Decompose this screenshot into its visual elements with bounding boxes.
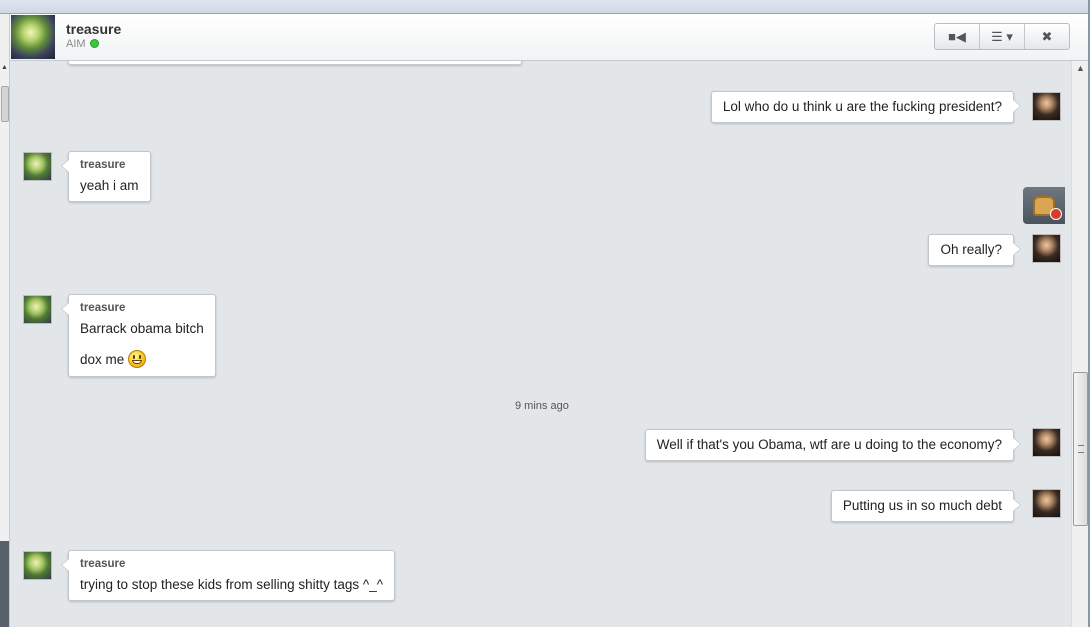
buddy-service-label: AIM: [66, 38, 86, 50]
message-outgoing: Oh really?: [928, 234, 1021, 266]
window-top-bar: [0, 0, 1090, 14]
message-text: Putting us in so much debt: [842, 498, 1002, 513]
my-avatar[interactable]: [1032, 92, 1061, 121]
chat-header: treasure AIM ■◀ ☰ ▾ ✖: [10, 14, 1090, 61]
left-pane-strip: ▲: [0, 14, 10, 627]
smiley-emoticon-icon: [128, 350, 147, 368]
close-icon: ✖: [1041, 28, 1053, 44]
scrollbar-grip-icon: [1078, 445, 1084, 453]
list-menu-icon: ☰ ▾: [991, 28, 1013, 44]
message-incoming: treasure Barrack obama bitch dox me: [61, 294, 216, 377]
header-button-group: ■◀ ☰ ▾ ✖: [934, 23, 1070, 50]
left-pane-footer: [0, 541, 9, 627]
message-text: Oh really?: [940, 242, 1002, 257]
message-timestamp: 9 mins ago: [515, 400, 569, 412]
message-text: Well if that's you Obama, wtf are u doin…: [656, 437, 1002, 452]
message-outgoing: Well if that's you Obama, wtf are u doin…: [644, 429, 1022, 461]
message-text-line: dox me: [80, 350, 204, 368]
message-bubble-partial: [68, 61, 522, 65]
scroll-up-arrow-icon[interactable]: ▲: [1076, 63, 1085, 73]
close-chat-button[interactable]: ✖: [1025, 24, 1069, 49]
message-incoming: treasure yeah i am: [61, 151, 151, 202]
scroll-up-arrow-icon[interactable]: ▲: [1, 64, 8, 71]
my-avatar[interactable]: [1032, 489, 1061, 518]
buddy-avatar-small[interactable]: [23, 152, 52, 181]
online-status-icon: [90, 39, 99, 48]
buddy-avatar-small[interactable]: [23, 295, 52, 324]
message-incoming: treasure trying to stop these kids from …: [60, 550, 396, 601]
message-outgoing: Lol who do u think u are the fucking pre…: [710, 91, 1022, 123]
message-outgoing: Putting us in so much debt: [830, 490, 1022, 522]
buddy-name[interactable]: treasure: [66, 21, 121, 37]
my-avatar[interactable]: [1032, 234, 1061, 263]
message-text: dox me: [80, 351, 125, 367]
message-text: Lol who do u think u are the fucking pre…: [722, 99, 1002, 114]
my-avatar[interactable]: [1032, 428, 1061, 457]
toast-recording-icon[interactable]: [1023, 187, 1065, 224]
scrollbar-thumb[interactable]: [1073, 372, 1088, 526]
video-camera-icon: ■◀: [948, 28, 966, 44]
message-sender: treasure: [80, 302, 126, 314]
options-menu-button[interactable]: ☰ ▾: [980, 24, 1025, 49]
message-text: yeah i am: [80, 178, 139, 193]
buddy-avatar-small[interactable]: [23, 551, 52, 580]
buddy-avatar[interactable]: [11, 15, 55, 59]
left-scrollbar-thumb[interactable]: [1, 86, 9, 122]
message-sender: treasure: [80, 558, 126, 570]
chat-scrollbar[interactable]: ▲: [1071, 61, 1089, 627]
record-badge-icon: [1050, 208, 1062, 220]
message-text: trying to stop these kids from selling s…: [80, 577, 384, 592]
video-call-button[interactable]: ■◀: [935, 24, 980, 49]
chat-transcript[interactable]: Lol who do u think u are the fucking pre…: [10, 61, 1070, 627]
message-text: Barrack obama bitch: [80, 321, 204, 336]
message-sender: treasure: [80, 159, 126, 171]
